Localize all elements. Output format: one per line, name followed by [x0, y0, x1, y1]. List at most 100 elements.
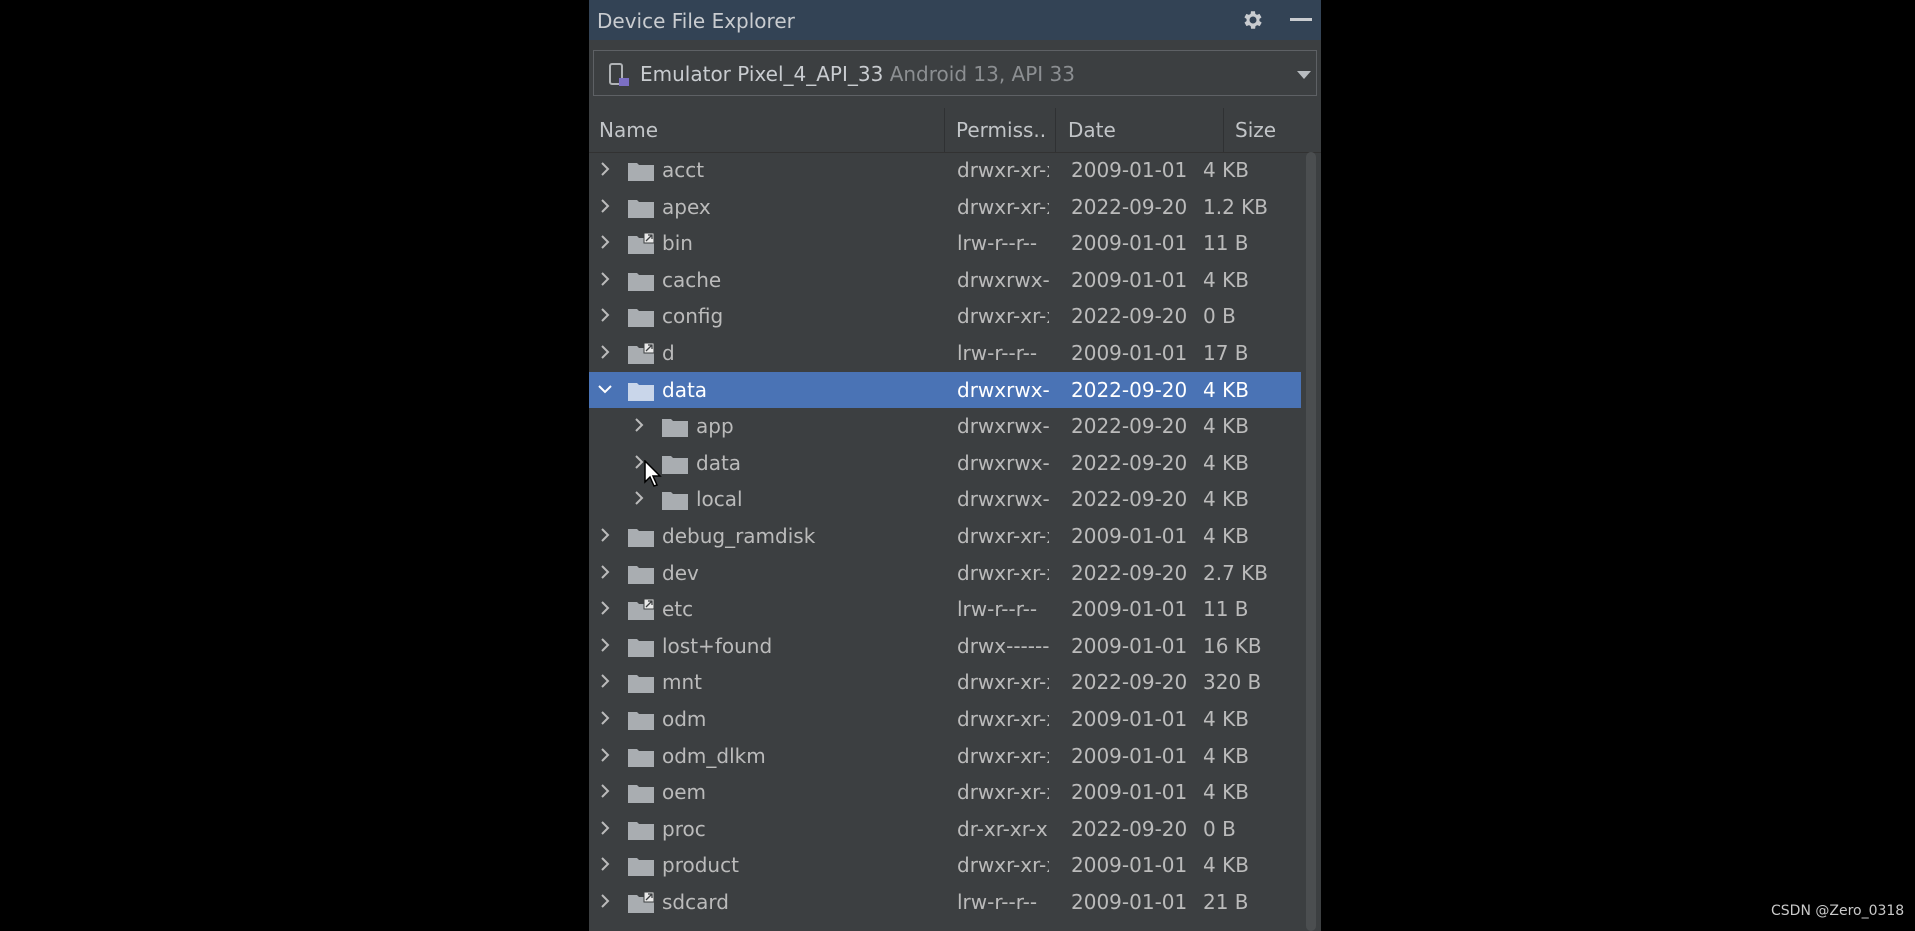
file-permissions: drwxr-xr-x — [957, 523, 1049, 548]
file-date: 2022-09-20 07:1 — [1071, 487, 1193, 512]
file-size: 4 KB — [1203, 450, 1249, 475]
device-name: Emulator Pixel_4_API_33 — [640, 62, 884, 86]
table-row[interactable]: proc dr-xr-xr-x 2022-09-20 07:1 0 B — [589, 811, 1301, 848]
file-size: 4 KB — [1203, 377, 1249, 402]
chevron-right-icon[interactable] — [598, 784, 612, 798]
column-header-name[interactable]: Name — [599, 118, 869, 142]
chevron-right-icon[interactable] — [598, 711, 612, 725]
file-date: 2022-09-20 07:1 — [1071, 560, 1193, 585]
table-row[interactable]: mnt drwxr-xr-x 2022-09-20 07:1 320 B — [589, 664, 1301, 701]
file-tree: acct drwxr-xr-x 2009-01-01 00:0 4 KB apex drw… — [589, 152, 1301, 920]
file-date: 2022-09-20 07:1 — [1071, 304, 1193, 329]
minimize-icon[interactable] — [1290, 18, 1312, 21]
chevron-right-icon[interactable] — [598, 564, 612, 579]
chevron-right-icon[interactable] — [598, 235, 612, 249]
table-row[interactable]: oem drwxr-xr-x 2009-01-01 00:0 4 KB — [589, 774, 1301, 811]
chevron-right-icon[interactable] — [598, 162, 612, 176]
file-name: mnt — [662, 670, 702, 695]
table-row[interactable]: apex drwxr-xr-x 2022-09-20 07:1 1.2 KB — [589, 189, 1301, 226]
chevron-right-icon[interactable] — [598, 894, 612, 908]
chevron-right-icon[interactable] — [598, 308, 612, 323]
chevron-down-icon[interactable] — [1297, 71, 1311, 79]
table-row[interactable]: odm drwxr-xr-x 2009-01-01 00:0 4 KB — [589, 701, 1301, 738]
column-divider[interactable] — [1055, 108, 1056, 152]
table-row[interactable]: app drwxrwx--x 2022-09-20 07:1 4 KB — [589, 408, 1301, 445]
file-permissions: drwxrwx--x — [957, 377, 1049, 402]
table-row[interactable]: acct drwxr-xr-x 2009-01-01 00:0 4 KB — [589, 152, 1301, 189]
file-name: dev — [662, 560, 699, 585]
file-size: 4 KB — [1203, 706, 1249, 731]
file-name: oem — [662, 780, 707, 805]
file-date: 2009-01-01 00:0 — [1071, 267, 1193, 292]
file-permissions: drwxr-xr-x — [957, 158, 1049, 182]
vertical-scrollbar[interactable] — [1306, 152, 1316, 931]
folder-icon — [628, 309, 654, 328]
file-size: 0 B — [1203, 816, 1236, 841]
file-size: 2.7 KB — [1203, 560, 1268, 585]
file-permissions: drwxr-xr-x — [957, 194, 1049, 219]
column-header-permissions[interactable]: Permiss... — [956, 118, 1046, 142]
file-date: 2009-01-01 00:0 — [1071, 743, 1193, 768]
file-name: data — [696, 450, 742, 475]
table-row[interactable]: odm_dlkm drwxr-xr-x 2009-01-01 00:0 4 KB — [589, 738, 1301, 775]
file-date: 2009-01-01 00:0 — [1071, 158, 1193, 182]
column-divider[interactable] — [944, 108, 945, 152]
chevron-right-icon[interactable] — [598, 638, 612, 652]
file-name: app — [696, 414, 734, 439]
file-name: proc — [662, 816, 706, 841]
chevron-right-icon[interactable] — [598, 674, 612, 689]
file-size: 16 KB — [1203, 633, 1262, 658]
table-row[interactable]: bin lrw-r--r-- 2009-01-01 00:0 11 B — [589, 225, 1301, 262]
table-row[interactable]: product drwxr-xr-x 2009-01-01 00:0 4 KB — [589, 847, 1301, 884]
column-header-date[interactable]: Date — [1068, 118, 1188, 142]
folder-icon — [628, 163, 654, 181]
file-name: apex — [662, 194, 711, 219]
file-date: 2009-01-01 00:0 — [1071, 706, 1193, 731]
chevron-right-icon[interactable] — [632, 491, 646, 506]
phone-icon — [609, 63, 629, 86]
table-row[interactable]: local drwxrwx--x 2022-09-20 07:1 4 KB — [589, 481, 1301, 518]
table-row[interactable]: dev drwxr-xr-x 2022-09-20 07:1 2.7 KB — [589, 555, 1301, 592]
chevron-right-icon[interactable] — [598, 747, 612, 762]
file-permissions: drwxr-xr-x — [957, 304, 1049, 329]
table-row[interactable]: debug_ramdisk drwxr-xr-x 2009-01-01 00:0 4 … — [589, 518, 1301, 555]
folder-icon — [628, 565, 654, 584]
panel-titlebar: Device File Explorer — [589, 0, 1321, 40]
chevron-right-icon[interactable] — [598, 345, 612, 359]
column-header-size[interactable]: Size — [1235, 118, 1305, 142]
file-date: 2009-01-01 00:0 — [1071, 523, 1193, 548]
table-row[interactable]: data drwxrwx--x 2022-09-20 07:1 4 KB — [589, 445, 1301, 482]
table-row[interactable]: data drwxrwx--x 2022-09-20 07:1 4 KB — [589, 371, 1301, 409]
file-date: 2009-01-01 00:0 — [1071, 889, 1193, 914]
column-divider[interactable] — [1223, 108, 1224, 152]
chevron-right-icon[interactable] — [598, 198, 612, 213]
file-size: 4 KB — [1203, 487, 1249, 512]
chevron-right-icon[interactable] — [598, 601, 612, 615]
folder-icon — [628, 675, 654, 694]
file-size: 4 KB — [1203, 158, 1249, 182]
file-size: 4 KB — [1203, 414, 1249, 439]
chevron-right-icon[interactable] — [632, 418, 646, 432]
chevron-right-icon[interactable] — [598, 820, 612, 835]
chevron-right-icon[interactable] — [598, 857, 612, 871]
file-name: lost+found — [662, 633, 773, 658]
file-name: odm — [662, 706, 707, 731]
table-row[interactable]: sdcard lrw-r--r-- 2009-01-01 00:0 21 B — [589, 884, 1301, 921]
file-date: 2022-09-20 07:1 — [1071, 670, 1193, 695]
table-row[interactable]: cache drwxrwx--- 2009-01-01 00:0 4 KB — [589, 262, 1301, 299]
chevron-right-icon[interactable] — [598, 272, 612, 286]
file-name: d — [662, 340, 675, 365]
mouse-cursor-icon — [644, 460, 662, 487]
file-size: 11 B — [1203, 231, 1249, 256]
file-name: etc — [662, 597, 694, 622]
chevron-right-icon[interactable] — [598, 528, 612, 542]
folder-icon — [662, 455, 688, 474]
gear-icon[interactable] — [1240, 8, 1266, 32]
table-row[interactable]: config drwxr-xr-x 2022-09-20 07:1 0 B — [589, 298, 1301, 335]
table-row[interactable]: etc lrw-r--r-- 2009-01-01 00:0 11 B — [589, 591, 1301, 628]
chevron-down-icon[interactable] — [598, 382, 612, 396]
table-row[interactable]: lost+found drwx------ 2009-01-01 00:0 16 KB — [589, 628, 1301, 665]
table-row[interactable]: d lrw-r--r-- 2009-01-01 00:0 17 B — [589, 335, 1301, 372]
file-date: 2022-09-20 07:1 — [1071, 194, 1193, 219]
device-selector[interactable]: Emulator Pixel_4_API_33 Android 13, API … — [593, 50, 1317, 96]
